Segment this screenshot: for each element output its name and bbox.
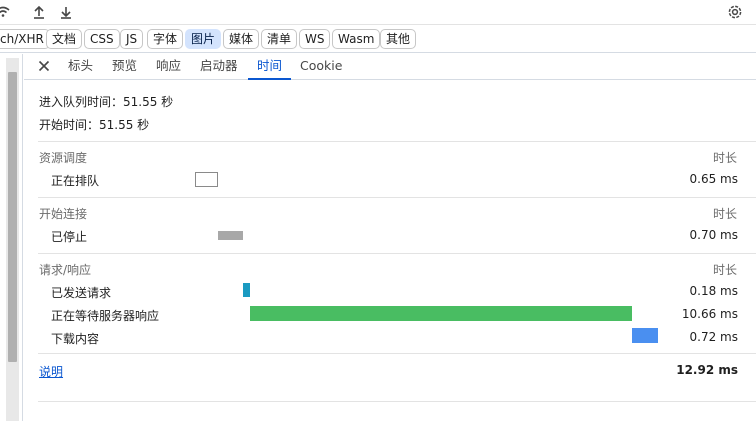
row-label-queueing: 正在排队: [51, 174, 100, 188]
section-title-connection-start: 开始连接: [39, 207, 88, 221]
tab-cookies[interactable]: Cookie: [300, 54, 342, 80]
started-at-text: 开始时间：51.55 秒: [39, 118, 150, 132]
download-icon[interactable]: [57, 3, 75, 21]
tab-response[interactable]: 响应: [156, 54, 181, 80]
row-value-queueing: 0.65 ms: [689, 172, 738, 186]
timing-bar-waiting-server: [250, 306, 632, 321]
queued-at-text: 进入队列时间：51.55 秒: [39, 95, 174, 109]
row-value-request-sent: 0.18 ms: [689, 284, 738, 298]
total-duration: 12.92 ms: [676, 363, 738, 377]
row-label-waiting-server: 正在等待服务器响应: [51, 309, 160, 323]
duration-header: 时长: [713, 207, 738, 221]
filter-chip-media[interactable]: 媒体: [223, 29, 260, 49]
timing-bar-stalled: [218, 231, 243, 240]
request-detail-tabs: 标头 预览 响应 启动器 时间 Cookie: [24, 54, 756, 80]
tab-headers[interactable]: 标头: [68, 54, 93, 80]
row-label-request-sent: 已发送请求: [51, 286, 112, 300]
timing-bar-queueing: [195, 172, 218, 187]
request-list-pane: [0, 54, 23, 421]
duration-header: 时长: [713, 151, 738, 165]
row-value-stalled: 0.70 ms: [689, 228, 738, 242]
duration-header: 时长: [713, 263, 738, 277]
filter-chip-fetch-xhr[interactable]: ch/XHR: [0, 29, 50, 49]
row-label-stalled: 已停止: [51, 230, 88, 244]
divider: [38, 401, 756, 402]
row-value-waiting-server: 10.66 ms: [681, 307, 738, 321]
close-icon[interactable]: [36, 58, 52, 74]
settings-gear-icon[interactable]: [726, 3, 744, 21]
row-label-content-download: 下载内容: [51, 332, 100, 346]
timing-panel: 进入队列时间：51.55 秒 开始时间：51.55 秒 资源调度 时长 正在排队…: [24, 81, 756, 421]
divider: [38, 253, 756, 254]
section-title-resource-scheduling: 资源调度: [39, 151, 88, 165]
tab-initiator[interactable]: 启动器: [200, 54, 238, 80]
filter-chip-wasm[interactable]: Wasm: [332, 29, 381, 49]
request-list-scrollbar[interactable]: [8, 72, 17, 362]
filter-chip-other[interactable]: 其他: [380, 29, 417, 49]
explanation-link[interactable]: 说明: [39, 363, 63, 380]
divider: [38, 353, 756, 354]
filter-chip-ws[interactable]: WS: [299, 29, 331, 49]
divider: [38, 197, 756, 198]
divider: [38, 141, 756, 142]
tab-preview[interactable]: 预览: [112, 54, 137, 80]
section-title-request-response: 请求/响应: [39, 263, 92, 277]
network-toolbar: [0, 0, 756, 25]
filter-chip-font[interactable]: 字体: [147, 29, 184, 49]
upload-icon[interactable]: [30, 3, 48, 21]
row-value-content-download: 0.72 ms: [689, 330, 738, 344]
filter-chip-css[interactable]: CSS: [84, 29, 120, 49]
timing-bar-request-sent: [243, 283, 250, 297]
timing-bar-content-download: [632, 328, 658, 343]
filter-chip-doc[interactable]: 文档: [46, 29, 83, 49]
filter-chip-img[interactable]: 图片: [185, 29, 222, 49]
filter-chip-js[interactable]: JS: [120, 29, 144, 49]
tab-timing[interactable]: 时间: [248, 54, 292, 80]
wifi-throttle-icon[interactable]: [0, 3, 12, 21]
resource-type-filter-bar: ch/XHR 文档 CSS JS 字体 图片 媒体 清单 WS Wasm 其他: [0, 26, 756, 53]
filter-chip-manifest[interactable]: 清单: [261, 29, 298, 49]
